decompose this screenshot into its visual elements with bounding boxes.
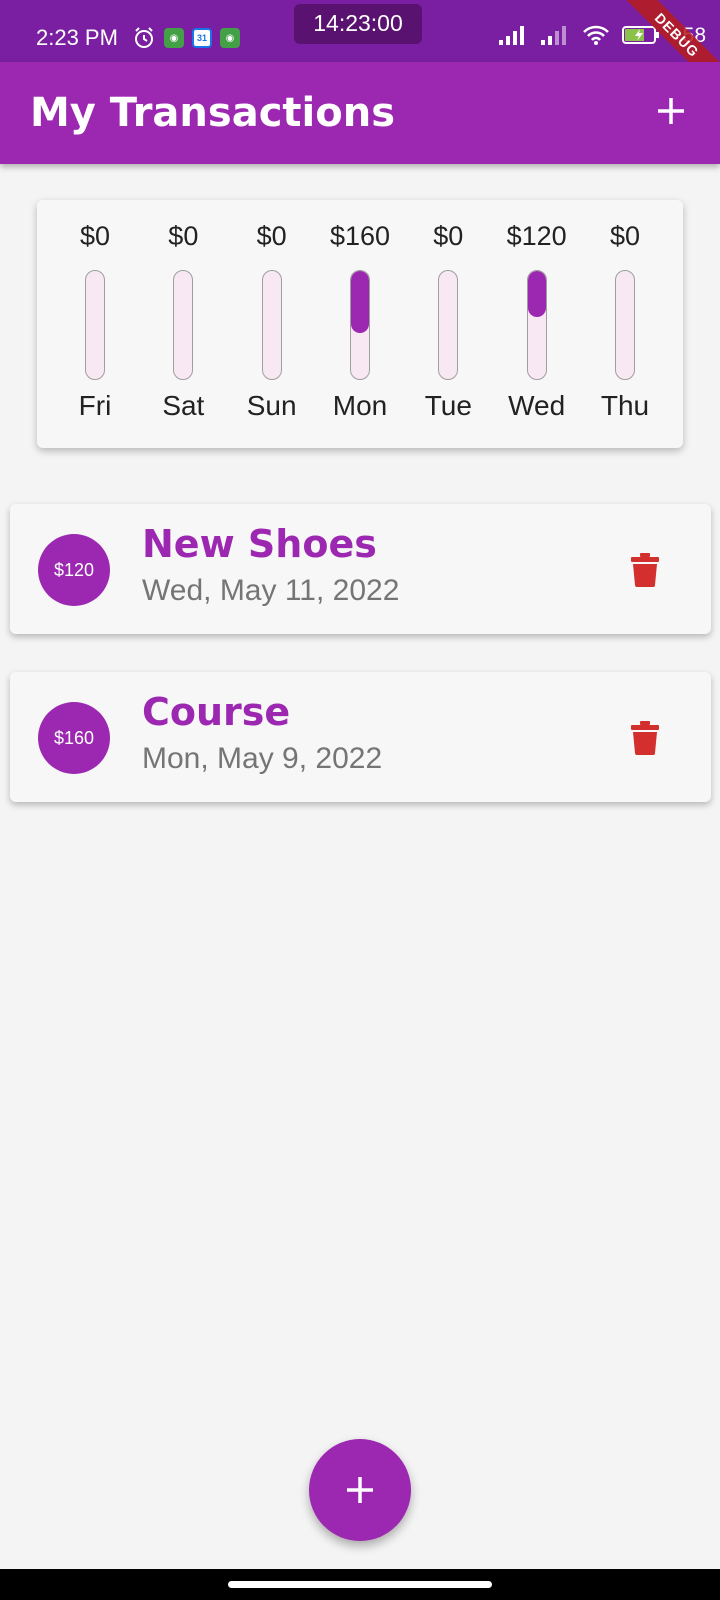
chart-bar-amount: $0 [609,221,640,251]
chart-bar-thu: $0 Thu [581,218,669,428]
chart-bar-day: Sat [162,390,205,421]
transaction-card: $120 New Shoes Wed, May 11, 2022 [10,504,711,634]
chart-bar-track [173,270,194,380]
chart-bar-amount: $0 [256,221,287,251]
chart-bar-sat: $0 Sat [139,218,227,428]
chart-bar-track [349,270,370,380]
transaction-date: Mon, May 9, 2022 [142,742,383,775]
chart-bar-day: Tue [424,390,472,421]
status-icons-left: ◉ 31 ◉ [132,26,240,50]
chart-bar-amount: $0 [79,221,111,251]
alarm-icon [135,27,153,48]
signal-icon [541,26,566,45]
chart-bar-track [261,270,282,380]
plus-icon [658,98,684,124]
chart-bar-amount: $160 [329,221,391,251]
chart-bar-track [438,270,459,380]
chart-bar-amount: $0 [433,221,464,251]
add-transaction-button[interactable] [644,84,698,138]
transaction-card: $160 Course Mon, May 9, 2022 [10,672,711,802]
transaction-title: New Shoes [142,522,377,566]
chart-bar-track [614,270,635,380]
chart-bar-amount: $0 [168,221,199,251]
weekly-chart-bars: $0 Fri $0 Sat $0 Sun $160 Mon $0 Tue $120 Wed $0 Thu [51,218,669,428]
chart-bar-track [526,270,547,380]
chart-bar-mon: $160 Mon [316,218,404,428]
delete-button[interactable] [625,716,665,760]
transaction-amount-avatar: $120 [38,534,110,606]
page-title: My Transactions [30,90,395,136]
chart-bar-amount: $120 [506,221,567,251]
transaction-date: Wed, May 11, 2022 [142,574,400,607]
transaction-title: Course [142,690,291,734]
signal-icon [499,26,524,45]
chart-bar-tue: $0 Tue [404,218,492,428]
delete-button[interactable] [625,548,665,592]
transaction-amount-avatar: $160 [38,702,110,774]
chart-bar-sun: $0 Sun [228,218,316,428]
android-app-icon: ◉ [164,28,184,48]
chart-bar-day: Mon [332,390,388,421]
chart-bar-track [85,270,105,380]
weekly-chart-card: $0 Fri $0 Sat $0 Sun $160 Mon $0 Tue $120 Wed $0 Thu [37,200,683,448]
trash-icon [631,721,659,755]
chart-bar-day: Fri [78,390,112,421]
chart-bar-fri: $0 Fri [51,218,139,428]
trash-icon [631,553,659,587]
add-transaction-fab[interactable] [309,1439,411,1541]
chart-bar-day: Sun [246,390,297,421]
chart-bar-day: Wed [508,390,566,421]
system-nav-bar [0,1569,720,1600]
wifi-icon [583,25,609,45]
status-bar: 2:23 PM ◉ 31 ◉ 14:23:00 58 DEBUG [0,0,720,96]
home-indicator[interactable] [228,1581,492,1588]
android-app-icon: ◉ [220,28,240,48]
status-time: 2:23 PM [36,25,118,50]
chart-bar-fill [350,271,369,333]
chart-bar-wed: $120 Wed [493,218,581,428]
clock-overlay: 14:23:00 [294,4,422,44]
calendar-icon: 31 [192,28,212,48]
app-bar: My Transactions [0,62,720,164]
chart-bar-day: Thu [600,390,650,421]
chart-bar-fill [527,271,546,318]
plus-icon [347,1477,373,1503]
